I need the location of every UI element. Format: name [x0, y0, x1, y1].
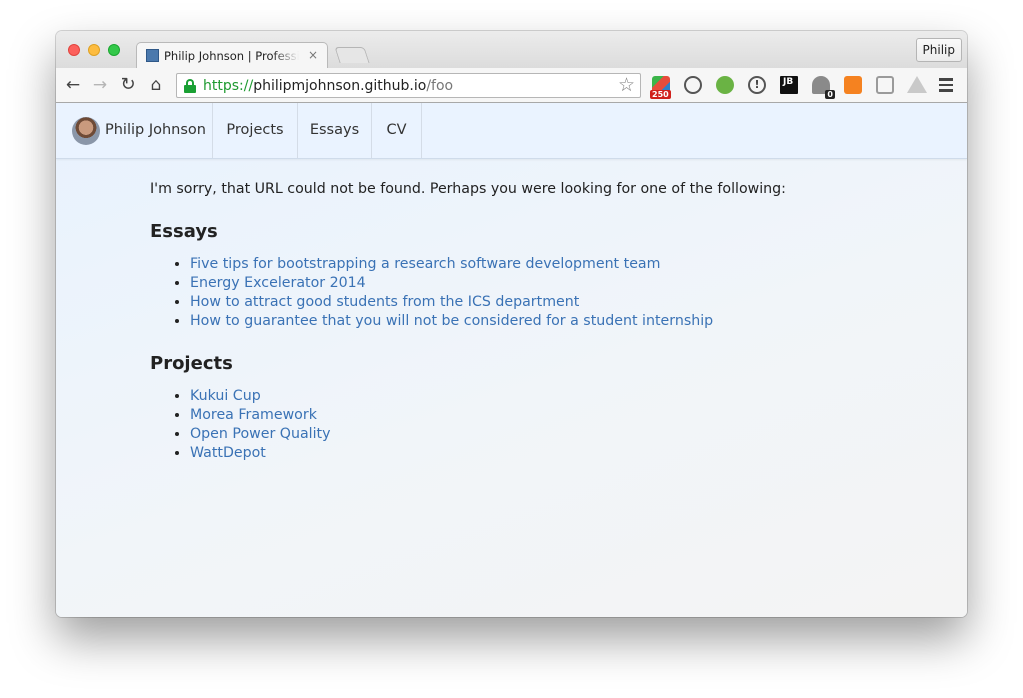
- url-path: /foo: [426, 78, 454, 94]
- list-item: How to guarantee that you will not be co…: [190, 312, 870, 331]
- site-navbar: Philip Johnson Projects Essays CV: [56, 103, 967, 159]
- window-close-button[interactable]: [68, 44, 80, 56]
- essay-link[interactable]: Energy Excelerator 2014: [190, 275, 366, 291]
- list-item: WattDepot: [190, 444, 870, 463]
- essay-link[interactable]: How to guarantee that you will not be co…: [190, 313, 713, 329]
- extension-ghostery-count: 0: [825, 90, 835, 99]
- reload-icon[interactable]: ↻: [118, 75, 138, 95]
- browser-menu-icon[interactable]: [939, 78, 953, 95]
- extension-badge-icon[interactable]: 250: [650, 76, 671, 99]
- tab-favicon-icon: [146, 49, 159, 62]
- project-link[interactable]: Open Power Quality: [190, 426, 331, 442]
- extension-analytics-icon[interactable]: [844, 76, 862, 94]
- tab-strip: Philip Johnson | Professional Portfolio …: [56, 31, 967, 68]
- tab-close-icon[interactable]: ×: [308, 48, 318, 62]
- secure-lock-icon[interactable]: [184, 79, 196, 93]
- nav-link-essays[interactable]: Essays: [298, 103, 372, 158]
- essay-link[interactable]: How to attract good students from the IC…: [190, 294, 579, 310]
- not-found-message: I'm sorry, that URL could not be found. …: [150, 181, 786, 197]
- list-item: Open Power Quality: [190, 425, 870, 444]
- essays-list: Five tips for bootstrapping a research s…: [150, 255, 870, 331]
- nav-link-projects[interactable]: Projects: [213, 103, 298, 158]
- page-content: I'm sorry, that URL could not be found. …: [150, 163, 870, 463]
- extension-ghostery-icon[interactable]: 0: [812, 76, 835, 99]
- essays-heading: Essays: [150, 221, 218, 242]
- browser-tab-active[interactable]: Philip Johnson | Professional Portfolio …: [136, 42, 328, 68]
- essay-link[interactable]: Five tips for bootstrapping a research s…: [190, 256, 660, 272]
- avatar: [72, 117, 100, 145]
- extension-info-icon[interactable]: !: [748, 76, 766, 94]
- window-maximize-button[interactable]: [108, 44, 120, 56]
- extension-jetbrains-icon[interactable]: JB: [780, 76, 798, 94]
- project-link[interactable]: WattDepot: [190, 445, 266, 461]
- project-link[interactable]: Morea Framework: [190, 407, 317, 423]
- extension-hangouts-icon[interactable]: [716, 76, 734, 94]
- bookmark-star-icon[interactable]: ☆: [618, 75, 635, 96]
- list-item: How to attract good students from the IC…: [190, 293, 870, 312]
- address-url[interactable]: https://philipmjohnson.github.io/foo: [203, 77, 453, 95]
- projects-list: Kukui Cup Morea Framework Open Power Qua…: [150, 387, 870, 463]
- forward-arrow-icon[interactable]: →: [90, 75, 110, 95]
- url-host: philipmjohnson.github.io: [253, 78, 427, 94]
- browser-toolbar: ← → ↻ ⌂ https://philipmjohnson.github.io…: [56, 68, 967, 103]
- tab-title: Philip Johnson | Professional Portfolio: [164, 49, 299, 63]
- window-minimize-button[interactable]: [88, 44, 100, 56]
- list-item: Energy Excelerator 2014: [190, 274, 870, 293]
- list-item: Five tips for bootstrapping a research s…: [190, 255, 870, 274]
- back-arrow-icon[interactable]: ←: [63, 75, 83, 95]
- site-brand[interactable]: Philip Johnson: [56, 103, 213, 158]
- address-bar[interactable]: https://philipmjohnson.github.io/foo ☆: [176, 73, 641, 98]
- projects-heading: Projects: [150, 353, 233, 374]
- list-item: Kukui Cup: [190, 387, 870, 406]
- extension-drive-icon[interactable]: [907, 76, 927, 93]
- extension-sync-icon[interactable]: [684, 76, 702, 94]
- browser-window: Philip Johnson | Professional Portfolio …: [56, 31, 967, 617]
- url-scheme: https://: [203, 78, 254, 94]
- nav-link-cv[interactable]: CV: [372, 103, 422, 158]
- extension-badge-count: 250: [650, 90, 671, 99]
- home-icon[interactable]: ⌂: [146, 75, 166, 95]
- extension-link-icon[interactable]: [876, 76, 894, 94]
- page-viewport: Philip Johnson Projects Essays CV I'm so…: [56, 103, 967, 617]
- brand-name: Philip Johnson: [105, 122, 206, 138]
- profile-button[interactable]: Philip: [915, 38, 962, 62]
- new-tab-button[interactable]: [334, 47, 370, 63]
- list-item: Morea Framework: [190, 406, 870, 425]
- project-link[interactable]: Kukui Cup: [190, 388, 261, 404]
